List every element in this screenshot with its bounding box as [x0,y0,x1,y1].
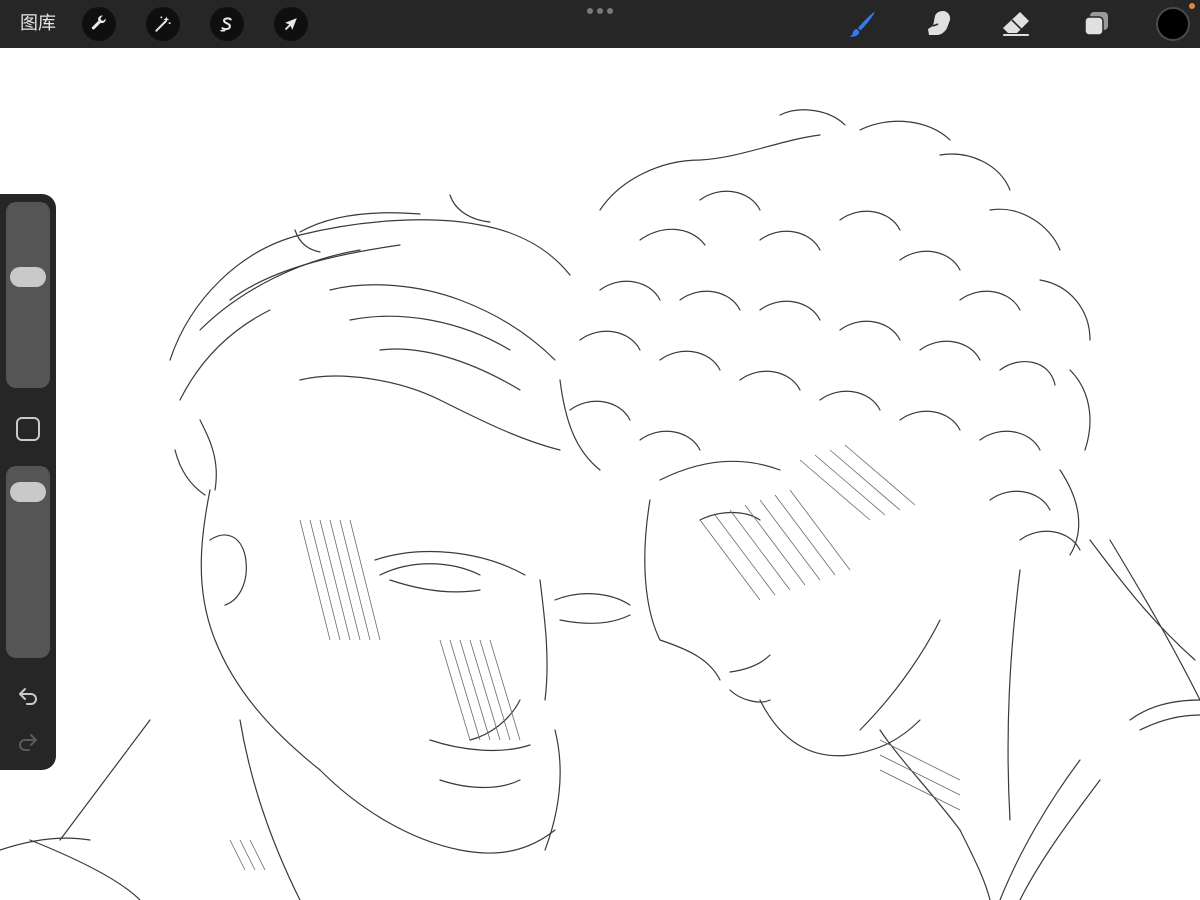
square-modify-icon[interactable] [16,417,40,441]
drawing-canvas[interactable] [0,48,1200,900]
opacity-thumb[interactable] [10,481,46,502]
opacity-slider[interactable] [6,466,50,658]
adjustments-button[interactable] [146,7,180,41]
dot [587,8,593,14]
eraser-button[interactable] [998,6,1034,42]
gallery-button[interactable]: 图库 [20,12,56,36]
more-handle[interactable] [587,7,613,15]
wrench-icon [91,15,106,30]
selection-s-icon [220,17,232,32]
smudge-button[interactable] [921,6,957,42]
brush-size-slider[interactable] [6,202,50,388]
smudge-finger-icon [928,11,951,35]
selection-button[interactable] [210,7,244,41]
top-toolbar: 图库 [0,0,1200,48]
actions-button[interactable] [82,7,116,41]
undo-arrow-icon [19,688,37,705]
undo-button[interactable] [14,682,42,710]
layers-button[interactable] [1078,6,1114,42]
magic-wand-icon [155,16,171,32]
brush-icon [849,12,875,37]
arrow-cursor-icon [285,18,297,30]
layers-icon [1084,12,1108,36]
dot [607,8,613,14]
color-indicator-dot [1189,3,1195,9]
brush-size-thumb[interactable] [10,267,46,287]
color-picker-button[interactable] [1156,7,1190,41]
dot [597,8,603,14]
transform-button[interactable] [274,7,308,41]
eraser-icon [1003,12,1029,36]
left-sidebar [0,194,56,770]
redo-arrow-icon [19,734,37,751]
pencil-sketch [0,109,1200,900]
redo-button[interactable] [14,728,42,756]
brush-button[interactable] [844,6,880,42]
